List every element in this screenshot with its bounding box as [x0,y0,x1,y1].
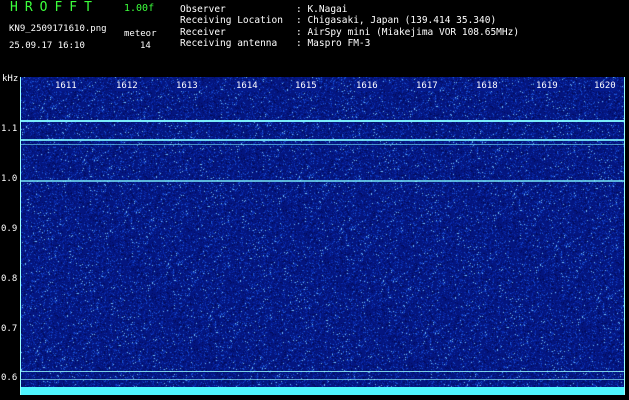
version-label: 1.00f [124,3,155,14]
file-name: KN9_2509171610.png [9,24,107,34]
x-tick-label: 1611 [54,81,78,91]
x-tick-label: 1620 [593,81,617,91]
signal-line [21,120,624,122]
x-tick-label: 1619 [535,81,559,91]
x-tick-label: 1614 [235,81,259,91]
app-title: HROFFT [10,0,99,15]
noise-canvas [21,77,624,395]
x-tick-label: 1618 [475,81,499,91]
meteor-label: meteor [124,29,157,39]
spectrogram-plot[interactable] [20,77,625,395]
meteor-count: 14 [140,41,151,51]
y-tick-label: 0.7 [1,324,18,334]
x-tick-label: 1613 [175,81,199,91]
location-key: Receiving Location [180,15,283,26]
signal-line [21,180,624,182]
y-tick-label: 0.8 [1,274,18,284]
x-tick-label: 1617 [415,81,439,91]
x-tick-label: 1616 [355,81,379,91]
location-value: : Chigasaki, Japan (139.414 35.340) [296,15,497,26]
y-tick-label: 0.9 [1,224,18,234]
axis-unit-label: kHz [2,74,19,84]
noise-floor-bar [21,387,624,395]
x-tick-label: 1612 [115,81,139,91]
y-tick-label: 0.6 [1,373,18,383]
signal-line [21,371,624,372]
signal-line [21,139,624,141]
antenna-key: Receiving antenna [180,38,278,49]
y-tick-label: 1.0 [1,174,18,184]
signal-line [21,144,624,145]
x-tick-label: 1615 [294,81,318,91]
signal-line [21,379,624,380]
antenna-value: : Maspro FM-3 [296,38,371,49]
y-tick-label: 1.1 [1,124,18,134]
timestamp: 25.09.17 16:10 [9,41,85,51]
